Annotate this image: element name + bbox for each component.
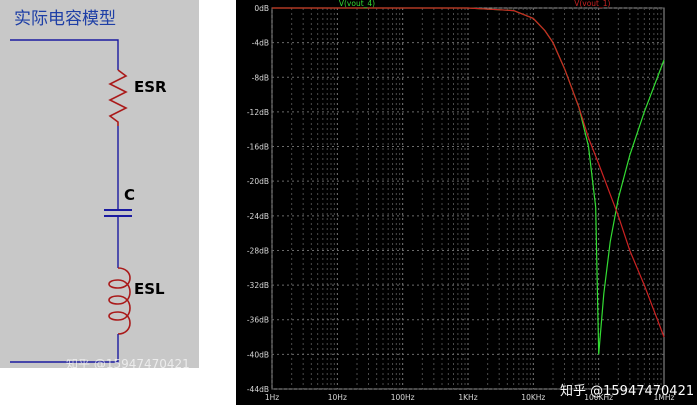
y-tick-label: -24dB xyxy=(247,212,269,221)
y-tick-label: -40dB xyxy=(247,350,269,359)
bottom-wire xyxy=(10,334,119,363)
y-tick-label: -32dB xyxy=(247,281,269,290)
watermark-left: 知乎 @15947470421 xyxy=(66,359,190,369)
x-tick-label: 100Hz xyxy=(391,393,415,402)
capacitor-model-diagram xyxy=(10,39,132,363)
x-tick-label: 1KHz xyxy=(458,393,477,402)
y-tick-label: -8dB xyxy=(252,73,269,82)
esr-label: ESR xyxy=(134,78,167,96)
c-label: C xyxy=(124,186,136,204)
x-tick-label: 10KHz xyxy=(521,393,545,402)
x-tick-label: 1Hz xyxy=(265,393,279,402)
legend-label-1: V(vout_4) xyxy=(339,0,375,8)
capacitor-symbol xyxy=(104,209,132,217)
y-tick-label: -4dB xyxy=(252,39,269,48)
y-tick-label: -20dB xyxy=(247,177,269,186)
y-tick-label: -16dB xyxy=(247,143,269,152)
top-wire xyxy=(10,39,119,70)
bode-plot: 0dB -4dB -8dB -12dB -16dB -20dB -24dB -28dB -32d… xyxy=(236,0,697,405)
y-tick-label: -28dB xyxy=(247,246,269,255)
circuit-panel: 实际电容模型 ESR C ESL 知乎 @15947470421 xyxy=(0,0,199,369)
y-tick-label: -36dB xyxy=(247,316,269,325)
y-tick-label: -12dB xyxy=(247,108,269,117)
watermark-right: 知乎 @15947470421 xyxy=(560,384,695,399)
esr-resistor-symbol xyxy=(108,69,128,126)
y-tick-label: 0dB xyxy=(254,4,269,13)
legend-label-2: V(vout_1) xyxy=(574,0,610,8)
esl-label: ESL xyxy=(134,280,165,298)
esl-inductor-symbol xyxy=(108,267,131,335)
x-tick-label: 10Hz xyxy=(328,393,347,402)
